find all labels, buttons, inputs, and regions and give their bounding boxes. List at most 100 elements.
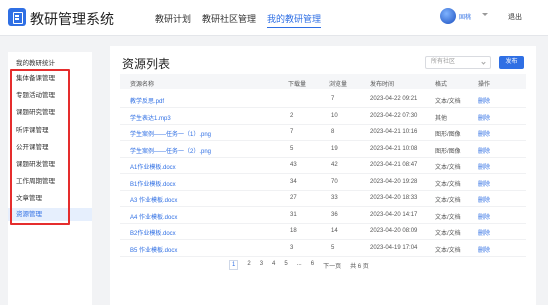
row-downloads: 18 [290, 228, 297, 234]
row-resource-name[interactable]: B5 作业模板.docx [130, 245, 177, 254]
table-row: 学生表达1.mp3 2 10 2023-04-22 07:30 其他 删除 [120, 108, 526, 125]
row-resource-name[interactable]: 学生表达1.mp3 [130, 113, 171, 122]
logout-link[interactable]: 退出 [508, 12, 522, 22]
col-name: 资源名称 [130, 82, 155, 88]
row-downloads: 43 [290, 162, 297, 168]
table-header: 资源名称 下载量 浏览量 发布时间 格式 操作 [120, 74, 526, 89]
page-title: 资源列表 [122, 57, 171, 71]
row-publish-time: 2023-04-20 18:33 [370, 195, 418, 201]
row-downloads: 34 [290, 178, 297, 185]
row-views: 33 [331, 195, 338, 201]
row-downloads: 2 [290, 112, 294, 119]
row-format: 图形/图像 [435, 148, 461, 155]
row-downloads: 3 [290, 244, 294, 251]
table-row: 学生案例——任务一（2）.png 5 19 2023-04-21 10:08 图形/图像… [120, 141, 526, 158]
row-format: 文本/文档 [435, 247, 461, 254]
row-delete-link[interactable]: 删除 [478, 113, 490, 122]
page-3[interactable]: 3 [260, 261, 263, 271]
row-publish-time: 2023-04-21 08:47 [370, 162, 418, 168]
next-page-button[interactable]: 下一页 [323, 261, 341, 271]
row-publish-time: 2023-04-21 10:08 [370, 145, 418, 152]
page-1[interactable]: 1 [229, 260, 239, 270]
row-delete-link[interactable]: 删除 [478, 228, 490, 237]
row-publish-time: 2023-04-21 10:16 [370, 129, 418, 135]
row-downloads: 31 [290, 211, 297, 218]
col-format: 格式 [435, 82, 448, 88]
top-nav: 教研计划 教研社区管理 我的教研管理 [155, 12, 332, 28]
col-publish-time: 发布时间 [370, 82, 395, 88]
page-6[interactable]: 6 [311, 261, 314, 271]
nav-community-management[interactable]: 教研社区管理 [202, 12, 256, 28]
pagination: 1 2 3 4 5 ... 6 下一页 共 6 页 [229, 260, 378, 271]
page-2[interactable]: 2 [247, 261, 250, 271]
row-format: 文本/文档 [435, 99, 461, 105]
row-resource-name[interactable]: B1作业模板.docx [130, 179, 176, 188]
row-publish-time: 2023-04-22 09:21 [370, 96, 418, 102]
avatar[interactable] [440, 8, 456, 24]
row-resource-name[interactable]: 学生案例——任务一（2）.png [130, 146, 211, 155]
row-publish-time: 2023-04-20 19:28 [370, 178, 418, 185]
table-row: A1作业模板.docx 43 42 2023-04-21 08:47 文本/文档 删除 [120, 157, 526, 174]
row-format: 文本/文档 [435, 198, 461, 204]
top-header: 教研管理系统 教研计划 教研社区管理 我的教研管理 囯桃 退出 [0, 0, 548, 36]
row-views: 5 [331, 244, 335, 251]
row-views: 36 [331, 211, 338, 218]
row-delete-link[interactable]: 删除 [478, 96, 490, 105]
col-downloads: 下载量 [288, 82, 307, 88]
publish-button[interactable]: 发布 [499, 56, 524, 69]
row-views: 8 [331, 129, 335, 135]
row-delete-link[interactable]: 删除 [478, 146, 490, 155]
col-views: 浏览量 [329, 82, 348, 88]
page-4[interactable]: 4 [272, 261, 275, 271]
row-format: 文本/文档 [435, 214, 461, 221]
app-logo-icon [8, 8, 26, 26]
row-views: 14 [331, 228, 338, 234]
table-row: 教学反思.pdf 7 2023-04-22 09:21 文本/文档 删除 [120, 91, 526, 108]
row-format: 文本/文档 [435, 231, 461, 237]
row-resource-name[interactable]: A3 作业模板.docx [130, 195, 177, 204]
table-row: 学生案例——任务一（1）.png 7 8 2023-04-21 10:16 图形/图像 删… [120, 124, 526, 141]
row-views: 7 [331, 96, 335, 102]
table-row: A3 作业模板.docx 27 33 2023-04-20 18:33 文本/文档 删除 [120, 190, 526, 207]
nav-my-research-management[interactable]: 我的教研管理 [267, 12, 322, 28]
table-row: B5 作业模板.docx 3 5 2023-04-19 17:04 文本/文档 删除 [120, 240, 526, 257]
table-row: A4 作业模板.docx 31 36 2023-04-20 14:17 文本/文档 删除 [120, 207, 526, 224]
row-views: 70 [331, 178, 338, 185]
main-panel: 资源列表 所有社区 发布 资源名称 下载量 浏览量 发布时间 格式 操作 教学反… [110, 46, 536, 305]
row-delete-link[interactable]: 删除 [478, 212, 490, 221]
table-row: B1作业模板.docx 34 70 2023-04-20 19:28 文本/文档 删除 [120, 174, 526, 191]
community-select[interactable]: 所有社区 [425, 56, 491, 69]
row-views: 19 [331, 145, 338, 152]
row-format: 图形/图像 [435, 132, 461, 138]
row-downloads: 27 [290, 195, 297, 201]
row-resource-name[interactable]: A1作业模板.docx [130, 162, 176, 171]
chevron-down-icon [481, 60, 486, 65]
row-resource-name[interactable]: 学生案例——任务一（1）.png [130, 129, 211, 138]
user-name[interactable]: 囯桃 [459, 12, 471, 21]
nav-teaching-plan[interactable]: 教研计划 [155, 12, 191, 28]
row-delete-link[interactable]: 删除 [478, 245, 490, 254]
row-downloads: 7 [290, 129, 294, 135]
row-resource-name[interactable]: A4 作业模板.docx [130, 212, 177, 221]
row-publish-time: 2023-04-22 07:30 [370, 112, 418, 119]
highlight-annotation-box [10, 69, 70, 225]
row-delete-link[interactable]: 删除 [478, 195, 490, 204]
row-resource-name[interactable]: B2作业模板.docx [130, 228, 176, 237]
row-downloads: 5 [290, 145, 294, 152]
row-format: 文本/文档 [435, 165, 461, 171]
row-views: 42 [331, 162, 338, 168]
row-format: 其他 [435, 115, 448, 122]
row-delete-link[interactable]: 删除 [478, 162, 490, 171]
row-delete-link[interactable]: 删除 [478, 179, 490, 188]
app-title: 教研管理系统 [30, 11, 114, 27]
chevron-down-icon[interactable] [482, 13, 488, 16]
page-ellipsis: ... [296, 261, 302, 267]
row-delete-link[interactable]: 删除 [478, 129, 490, 138]
community-select-value: 所有社区 [431, 59, 456, 65]
col-action: 操作 [478, 82, 491, 88]
row-resource-name[interactable]: 教学反思.pdf [130, 96, 164, 105]
page-5[interactable]: 5 [284, 261, 287, 271]
row-publish-time: 2023-04-19 17:04 [370, 244, 418, 251]
table-row: B2作业模板.docx 18 14 2023-04-20 08:09 文本/文档 删除 [120, 223, 526, 240]
row-format: 文本/文档 [435, 181, 461, 188]
